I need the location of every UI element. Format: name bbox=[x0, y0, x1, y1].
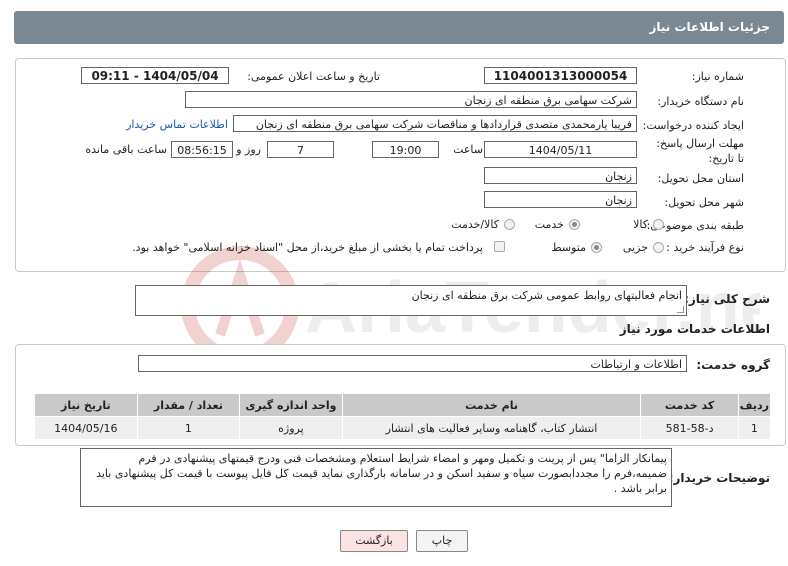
category-option-goods-service: کالا/خدمت bbox=[451, 218, 499, 231]
category-option-service: خدمت bbox=[534, 218, 564, 231]
summary-textarea: انجام فعالیتهای روابط عمومی شرکت برق منط… bbox=[135, 285, 687, 316]
process-radio-medium[interactable] bbox=[591, 242, 602, 253]
city-label: شهر محل تحویل: bbox=[664, 196, 744, 209]
city-field: زنجان bbox=[484, 191, 637, 208]
category-radio-goods[interactable] bbox=[653, 219, 664, 230]
announce-field: 1404/05/04 - 09:11 bbox=[81, 67, 229, 84]
province-field: زنجان bbox=[484, 167, 637, 184]
col-service-name: نام خدمت bbox=[341, 393, 642, 417]
process-radio-minor[interactable] bbox=[653, 242, 664, 253]
cell-need-date: 1404/05/16 bbox=[34, 416, 138, 440]
col-unit: واحد اندازه گیری bbox=[239, 393, 343, 417]
remaining-time-field: 08:56:15 bbox=[171, 141, 233, 158]
category-radio-goods-service[interactable] bbox=[504, 219, 515, 230]
page-title: جزئیات اطلاعات نیاز bbox=[649, 20, 770, 34]
print-button[interactable]: چاپ bbox=[416, 530, 468, 552]
summary-text: انجام فعالیتهای روابط عمومی شرکت برق منط… bbox=[411, 289, 682, 302]
notes-label: توضیحات خریدار: bbox=[668, 471, 770, 485]
process-option-medium: متوسط bbox=[551, 241, 586, 254]
cell-quantity: 1 bbox=[136, 416, 241, 440]
buyer-contact-link[interactable]: اطلاعات تماس خریدار bbox=[126, 118, 228, 131]
announce-label: تاریخ و ساعت اعلان عمومی: bbox=[247, 70, 380, 83]
cell-row: 1 bbox=[737, 416, 772, 440]
cell-service-name: انتشار کتاب، گاهنامه وسایر فعالیت های ان… bbox=[341, 416, 642, 440]
notes-text: پیمانکار الزاما" پس از پرینت و تکمیل ومه… bbox=[96, 452, 667, 495]
col-quantity: تعداد / مقدار bbox=[136, 393, 241, 417]
days-field: 7 bbox=[267, 141, 334, 158]
table-header-row: ردیف کد خدمت نام خدمت واحد اندازه گیری ت… bbox=[34, 393, 772, 417]
buyer-org-field: شرکت سهامی برق منطقه ای زنجان bbox=[185, 91, 637, 108]
service-group-label: گروه خدمت: bbox=[696, 358, 770, 372]
need-number-field: 1104001313000054 bbox=[484, 67, 637, 84]
creator-field: فریبا یارمحمدی متصدی قراردادها و مناقصات… bbox=[233, 115, 637, 132]
col-need-date: تاریخ نیاز bbox=[34, 393, 138, 417]
remaining-label: ساعت باقی مانده bbox=[85, 143, 167, 156]
cell-unit: پروژه bbox=[239, 416, 343, 440]
buyer-org-label: نام دستگاه خریدار: bbox=[657, 95, 744, 108]
deadline-label: مهلت ارسال پاسخ: تا تاریخ: bbox=[656, 137, 744, 165]
services-table: ردیف کد خدمت نام خدمت واحد اندازه گیری ت… bbox=[34, 393, 772, 440]
service-group-field: اطلاعات و ارتباطات bbox=[138, 355, 687, 372]
days-label: روز و bbox=[236, 143, 261, 156]
category-radio-service[interactable] bbox=[569, 219, 580, 230]
category-option-goods: کالا bbox=[633, 218, 648, 231]
col-row: ردیف bbox=[737, 393, 772, 417]
summary-label: شرح کلی نیاز: bbox=[684, 292, 770, 306]
treasury-note: پرداخت تمام یا بخشی از مبلغ خرید،از محل … bbox=[132, 241, 483, 254]
creator-label: ایجاد کننده درخواست: bbox=[642, 119, 744, 132]
page-header: جزئیات اطلاعات نیاز bbox=[14, 11, 784, 44]
table-row: 1 د-58-581 انتشار کتاب، گاهنامه وسایر فع… bbox=[34, 416, 772, 440]
deadline-time-label: ساعت bbox=[453, 143, 483, 156]
services-section-title: اطلاعات خدمات مورد نیاز bbox=[619, 322, 770, 336]
treasury-checkbox[interactable] bbox=[494, 241, 505, 252]
notes-textarea: پیمانکار الزاما" پس از پرینت و تکمیل ومه… bbox=[80, 448, 672, 507]
process-option-minor: جزیی bbox=[622, 241, 648, 254]
resize-grip[interactable] bbox=[677, 306, 684, 313]
process-label: نوع فرآیند خرید : bbox=[666, 241, 744, 254]
need-number-label: شماره نیاز: bbox=[691, 70, 744, 83]
col-service-code: کد خدمت bbox=[640, 393, 739, 417]
deadline-date-field: 1404/05/11 bbox=[484, 141, 637, 158]
back-button[interactable]: بازگشت bbox=[340, 530, 408, 552]
deadline-time-field: 19:00 bbox=[372, 141, 439, 158]
province-label: استان محل تحویل: bbox=[657, 172, 744, 185]
cell-service-code: د-58-581 bbox=[640, 416, 739, 440]
